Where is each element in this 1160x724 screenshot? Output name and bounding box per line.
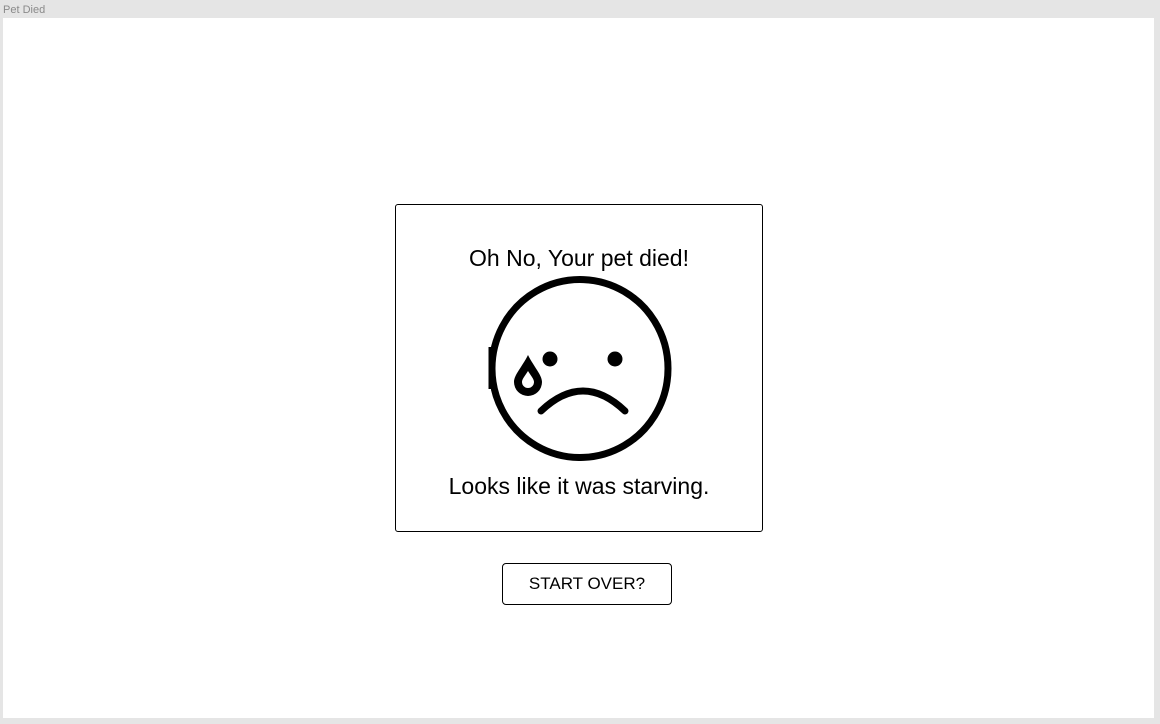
card-message: Looks like it was starving. <box>448 473 710 499</box>
pet-died-card: Oh No, Your pet died! Looks like it was … <box>395 204 763 532</box>
app-frame: Oh No, Your pet died! Looks like it was … <box>3 18 1154 718</box>
start-over-button[interactable]: START OVER? <box>502 563 672 605</box>
card-title: Oh No, Your pet died! <box>469 245 689 271</box>
sad-crying-face-icon <box>488 276 672 461</box>
frame-label: Pet Died <box>3 4 46 16</box>
